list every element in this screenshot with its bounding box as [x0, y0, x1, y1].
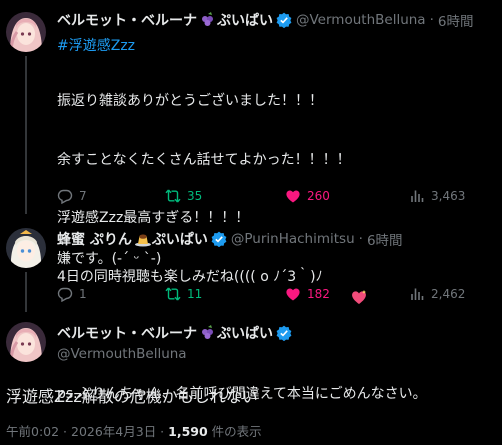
- tweet-2-body: 嫌です。(-´ ᵕ `-): [57, 251, 162, 267]
- tweet-meta: 午前0:02 · 2026年4月3日 · 1,590 件の表示: [6, 421, 262, 440]
- avatar-vermouth-main[interactable]: [6, 322, 46, 362]
- display-name[interactable]: ベルモット・ベルーナ: [57, 10, 197, 30]
- views-count: 2,462: [431, 287, 466, 301]
- retweet-icon: [165, 189, 181, 203]
- tweet-2-header: 蜂蜜 ぷりん ぷいぱい @PurinHachimitsu · 6時間: [57, 229, 403, 249]
- retweet-button[interactable]: 11: [165, 286, 202, 302]
- hashtag-link[interactable]: #浮遊感Zzz: [57, 35, 135, 55]
- handle[interactable]: @PurinHachimitsu: [231, 231, 355, 247]
- avatar-vermouth[interactable]: [6, 12, 46, 52]
- verified-badge-icon: [276, 12, 292, 29]
- display-name[interactable]: 蜂蜜 ぷりん: [57, 229, 132, 249]
- handle[interactable]: @VermouthBelluna: [296, 12, 426, 28]
- retweet-button[interactable]: 35: [165, 188, 202, 204]
- like-button[interactable]: 182: [285, 286, 330, 302]
- views-button[interactable]: 2,462: [409, 286, 465, 302]
- reply-icon: [57, 189, 73, 204]
- main-tweet-text: 浮遊感Zzz解散の危機かもしれない: [6, 387, 258, 406]
- reply-count: 7: [79, 189, 87, 203]
- tweet-2-actions: 1 11 182 2,462: [57, 285, 497, 303]
- analytics-icon: [411, 190, 424, 202]
- like-count: 260: [307, 189, 330, 203]
- display-name-suffix[interactable]: ぷいぱい: [217, 10, 273, 30]
- reply-icon: [57, 287, 73, 302]
- tweet-line: 余すことなくたくさん話せてよかった！！！！: [57, 151, 351, 168]
- like-button[interactable]: 260: [285, 188, 330, 204]
- tweet-1-actions: 7 35 260 3,463: [57, 187, 497, 205]
- display-name[interactable]: ベルモット・ベルーナ: [57, 323, 197, 343]
- timestamp[interactable]: 6時間: [367, 229, 403, 249]
- handle[interactable]: @VermouthBelluna: [57, 346, 187, 362]
- grape-emoji-icon: [199, 325, 217, 341]
- reply-button[interactable]: 7: [57, 188, 87, 204]
- retweet-icon: [165, 287, 181, 301]
- tweet-line: 振返り雑談ありがとうございました！！！: [57, 93, 323, 109]
- tweet-1-header: ベルモット・ベルーナ ぷいぱい @VermouthBelluna · 6時間: [57, 10, 474, 30]
- view-count: 1,590: [168, 424, 208, 439]
- main-tweet-header: ベルモット・ベルーナ ぷいぱい: [57, 323, 292, 343]
- heart-filled-icon: [286, 288, 300, 301]
- views-count: 3,463: [431, 189, 466, 203]
- heart-filled-icon: [286, 190, 300, 203]
- display-name-suffix[interactable]: ぷいぱい: [217, 323, 273, 343]
- reply-button[interactable]: 1: [57, 286, 87, 302]
- retweet-count: 35: [187, 189, 203, 203]
- analytics-icon: [411, 288, 424, 300]
- pudding-emoji-icon: [134, 231, 152, 247]
- display-name-suffix[interactable]: ぷいぱい: [152, 229, 208, 249]
- thread-line: [25, 56, 27, 214]
- reply-count: 1: [79, 287, 87, 301]
- view-label: 件の表示: [207, 424, 262, 439]
- tweet-line: 浮遊感Zzz最高すぎる！！！！: [57, 210, 250, 226]
- thread-line: [25, 272, 27, 312]
- timestamp[interactable]: 6時間: [438, 10, 474, 30]
- like-count: 182: [307, 287, 330, 301]
- verified-badge-icon: [211, 231, 227, 248]
- retweet-count: 11: [187, 287, 203, 301]
- grape-emoji-icon: [199, 12, 217, 28]
- verified-badge-icon: [276, 325, 292, 342]
- views-button[interactable]: 3,463: [409, 188, 465, 204]
- post-timestamp[interactable]: 午前0:02 · 2026年4月3日 ·: [6, 424, 168, 439]
- sparkling-heart-icon: [324, 269, 367, 304]
- avatar-purin[interactable]: [6, 228, 46, 268]
